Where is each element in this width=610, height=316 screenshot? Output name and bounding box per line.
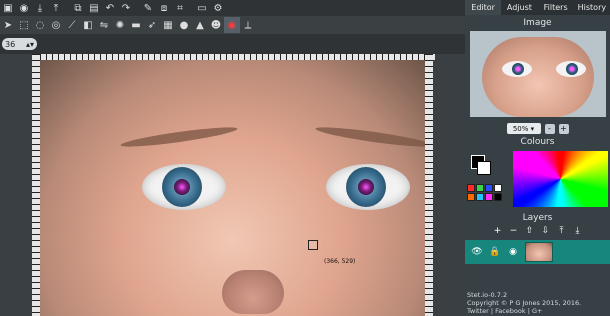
zoom-select[interactable]: 50% ▾: [506, 123, 541, 134]
right-panel: Editor Adjust Filters History Image 50% …: [465, 0, 610, 316]
image-preview[interactable]: [469, 31, 606, 117]
basic-color-swatches: [467, 184, 503, 201]
move-layer-up-icon[interactable]: ⇧: [525, 226, 535, 236]
footer: Stet.io-0.7.2 Copyright © P G Jones 2015…: [465, 291, 610, 315]
tab-history[interactable]: History: [574, 0, 610, 15]
background-color-swatch[interactable]: [477, 161, 491, 175]
pen-icon[interactable]: ✎: [140, 0, 156, 16]
marquee-icon[interactable]: ⬚: [16, 17, 32, 33]
tab-adjust[interactable]: Adjust: [501, 0, 537, 15]
colours-section-title: Colours: [520, 137, 555, 147]
preview-right-iris: [565, 63, 578, 75]
swatch-cyan[interactable]: [476, 193, 484, 201]
remove-layer-icon[interactable]: −: [509, 226, 519, 236]
copyright-text: Copyright © P G Jones 2015, 2016.: [467, 299, 582, 307]
screen-icon[interactable]: ▭: [194, 0, 210, 16]
pointer-icon[interactable]: ➤: [0, 17, 16, 33]
download-icon[interactable]: ⤓: [32, 0, 48, 16]
brush-size-field[interactable]: 36 ▴▾: [2, 38, 37, 50]
swatch-magenta[interactable]: [485, 193, 493, 201]
app-version: Stet.io-0.7.2: [467, 291, 508, 299]
swatch-red[interactable]: [467, 184, 475, 192]
left-eyebrow: [119, 123, 239, 151]
layer-tools: + − ⇧ ⇩ ⤒ ⤓: [465, 226, 610, 236]
social-links[interactable]: Twitter | Facebook | G+: [467, 307, 610, 315]
swatch-black[interactable]: [494, 193, 502, 201]
smudge-icon[interactable]: ➶: [144, 17, 160, 33]
preview-right-eye: [555, 61, 586, 77]
tab-filters[interactable]: Filters: [538, 0, 574, 15]
duplicate-icon[interactable]: ⧈: [156, 0, 172, 16]
settings-icon[interactable]: ⚙: [210, 0, 226, 16]
right-eyebrow: [314, 123, 434, 151]
swatch-white[interactable]: [494, 184, 502, 192]
lasso-free-icon[interactable]: ◎: [48, 17, 64, 33]
spray-icon[interactable]: ✺: [112, 17, 128, 33]
swatch-blue[interactable]: [485, 184, 493, 192]
paste-icon[interactable]: ▤: [86, 0, 102, 16]
upload-icon[interactable]: ⤒: [48, 0, 64, 16]
cursor-box: [308, 240, 318, 250]
visibility-eye-icon[interactable]: 👁: [471, 246, 483, 258]
merge-down-icon[interactable]: ⤓: [573, 226, 583, 236]
layer-row[interactable]: 👁 🔒 ◉: [465, 240, 610, 264]
cursor-coordinates: (366, 529): [324, 258, 356, 265]
merge-up-icon[interactable]: ⤒: [557, 226, 567, 236]
panel-tabs: Editor Adjust Filters History: [465, 0, 610, 15]
zoom-value: 50%: [512, 124, 529, 133]
vertical-ruler-right: [425, 54, 433, 316]
right-eye: [326, 164, 410, 210]
camera-icon[interactable]: ◉: [16, 0, 32, 16]
brush-icon[interactable]: ⟋: [64, 17, 80, 33]
stamp-icon[interactable]: ▬: [128, 17, 144, 33]
swatch-green[interactable]: [476, 184, 484, 192]
tab-editor[interactable]: Editor: [465, 0, 502, 15]
camera-icon[interactable]: ◉: [507, 246, 519, 258]
right-pupil: [358, 179, 374, 195]
brush-size-value: 36: [5, 39, 16, 49]
preview-left-eye: [501, 61, 532, 77]
photo-canvas[interactable]: (366, 529): [40, 60, 434, 316]
eyedropper-icon[interactable]: ⟂: [240, 17, 256, 33]
red-eye-icon[interactable]: ◉: [224, 17, 240, 33]
zoom-controls: 50% ▾ - +: [465, 123, 610, 134]
right-iris: [346, 167, 386, 207]
blur-icon[interactable]: ●: [176, 17, 192, 33]
vertical-ruler-left: [32, 54, 40, 316]
redo-icon[interactable]: ↷: [118, 0, 134, 16]
left-pupil: [174, 179, 190, 195]
stepper-icon[interactable]: ▴▾: [26, 40, 34, 49]
copy-icon[interactable]: ⧉: [70, 0, 86, 16]
colours-panel: [465, 151, 610, 207]
tool-options-bar: 36 ▴▾: [0, 34, 465, 54]
left-eye: [142, 164, 226, 210]
lock-icon[interactable]: 🔒: [489, 246, 501, 258]
add-layer-icon[interactable]: +: [493, 226, 503, 236]
preview-face: [481, 37, 594, 117]
flip-icon[interactable]: ⇋: [96, 17, 112, 33]
person-icon[interactable]: ☻: [208, 17, 224, 33]
shape-icon[interactable]: ▲: [192, 17, 208, 33]
zoom-in-button[interactable]: +: [558, 123, 569, 134]
swatch-orange[interactable]: [467, 193, 475, 201]
image-section-title: Image: [523, 18, 552, 28]
fill-icon[interactable]: ◧: [80, 17, 96, 33]
color-palette-grid[interactable]: [513, 151, 608, 207]
tool-palette: ➤ ⬚ ◌ ◎ ⟋ ◧ ⇋ ✺ ▬ ➶ ▦ ● ▲ ☻ ◉ ⟂: [0, 16, 465, 34]
gradient-icon[interactable]: ▦: [160, 17, 176, 33]
zoom-out-button[interactable]: -: [544, 123, 555, 134]
undo-icon[interactable]: ↶: [102, 0, 118, 16]
canvas-area[interactable]: (366, 529): [0, 54, 465, 316]
nose: [222, 270, 284, 314]
folder-icon[interactable]: ▣: [0, 0, 16, 16]
layer-thumbnail[interactable]: [525, 242, 553, 262]
crop-icon[interactable]: ⌗: [172, 0, 188, 16]
preview-left-iris: [511, 63, 524, 75]
top-toolbar: ▣ ◉ ⤓ ⤒ ⧉ ▤ ↶ ↷ ✎ ⧈ ⌗ ▭ ⚙: [0, 0, 465, 16]
move-layer-down-icon[interactable]: ⇩: [541, 226, 551, 236]
layers-section-title: Layers: [522, 213, 553, 223]
left-iris: [162, 167, 202, 207]
lasso-icon[interactable]: ◌: [32, 17, 48, 33]
